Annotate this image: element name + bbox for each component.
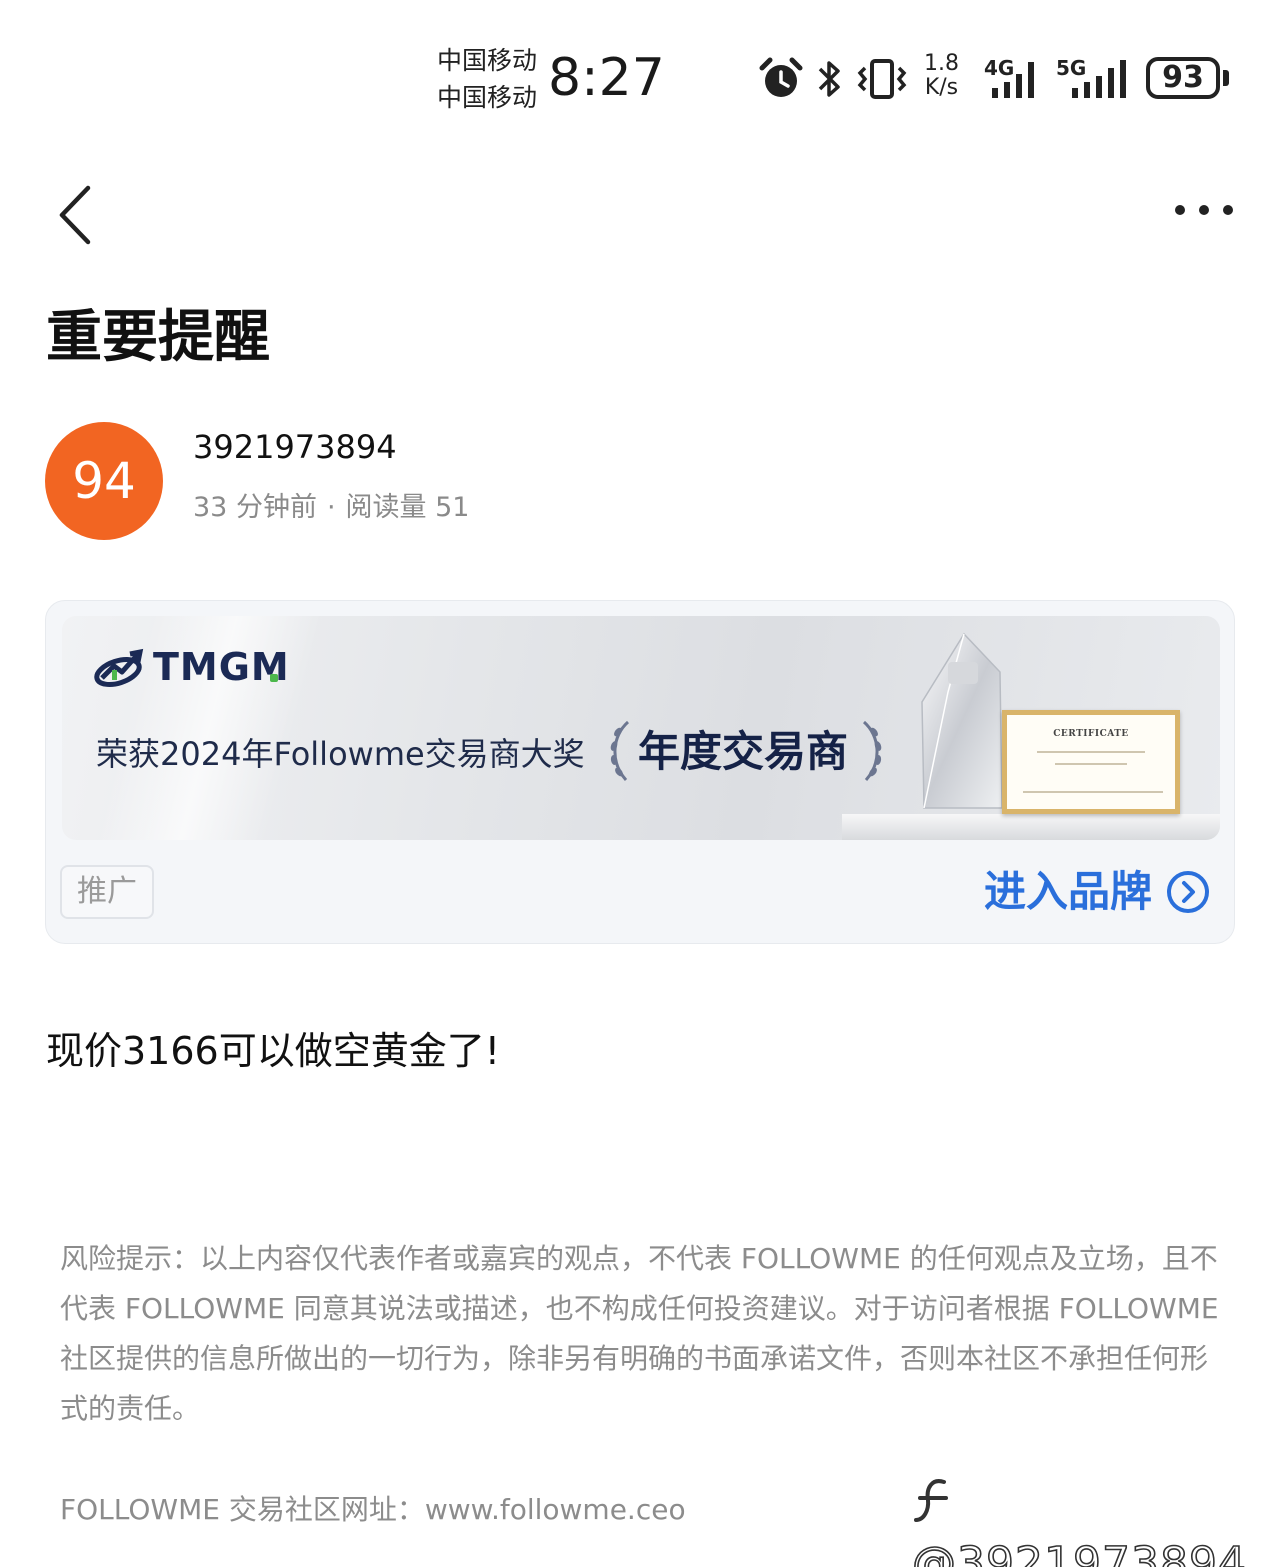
alarm-icon — [759, 57, 803, 97]
ad-headline: 荣获2024年Followme交易商大奖 — [96, 735, 585, 773]
status-time: 8:27 — [548, 48, 665, 108]
certificate-image: CERTIFICATE — [1002, 710, 1180, 814]
crystal-trophy-icon — [921, 632, 1003, 809]
speed-unit: K/s — [924, 75, 959, 100]
more-dots-icon — [1175, 205, 1233, 215]
status-bar: 中国移动 中国移动 8:27 1.8 K/s 4G 5G 93 — [0, 0, 1280, 150]
certificate-title: CERTIFICATE — [1053, 729, 1129, 739]
carrier-2: 中国移动 — [437, 83, 538, 112]
battery-tip — [1223, 70, 1229, 86]
risk-disclaimer: 风险提示：以上内容仅代表作者或嘉宾的观点，不代表 FOLLOWME 的任何观点及… — [60, 1242, 1219, 1425]
chevron-left-icon — [59, 185, 91, 245]
enter-brand-label: 进入品牌 — [984, 867, 1153, 916]
speed-value: 1.8 — [924, 51, 959, 76]
network-speed: 1.8 K/s — [924, 52, 959, 100]
certificate-line — [1023, 791, 1163, 793]
carrier-names: 中国移动 中国移动 — [437, 42, 537, 116]
certificate-line — [1055, 763, 1127, 765]
author-name[interactable]: 3921973894 — [193, 426, 397, 468]
brand-dot — [270, 674, 278, 682]
award-title: 年度交易商 — [638, 727, 849, 776]
back-button[interactable] — [50, 180, 110, 250]
chevron-right-circle-icon — [1167, 871, 1210, 913]
bluetooth-icon — [818, 61, 840, 97]
enter-brand-button[interactable]: 进入品牌 — [984, 862, 1210, 922]
watermark-handle: @3921973894 — [911, 1537, 1247, 1567]
laurel-right-icon — [862, 720, 882, 781]
battery-level: 93 — [1146, 57, 1220, 99]
banner-shelf — [842, 814, 1220, 840]
watermark: @3921973894 — [911, 1474, 1280, 1567]
read-count: 阅读量 51 — [345, 492, 470, 523]
tmgm-logo-icon — [94, 648, 144, 687]
post-time: 33 分钟前 — [193, 492, 317, 523]
carrier-1: 中国移动 — [437, 46, 538, 75]
author-avatar[interactable]: 94 — [45, 422, 163, 540]
post-body: 现价3166可以做空黄金了! — [46, 1029, 500, 1073]
platform-logo-icon — [914, 1479, 948, 1522]
signal-strength-icon — [992, 62, 1034, 98]
vibrate-icon — [857, 59, 907, 99]
signal-strength-icon — [1072, 60, 1126, 98]
community-site-url: FOLLOWME 交易社区网址：www.followme.ceo — [60, 1493, 686, 1526]
laurel-left-icon — [610, 720, 630, 781]
page-title: 重要提醒 — [46, 305, 270, 370]
post-meta: 33 分钟前 · 阅读量 51 — [193, 488, 470, 528]
brand-name: TMGM — [153, 645, 290, 689]
meta-separator: · — [326, 492, 336, 523]
more-options-button[interactable] — [1168, 195, 1240, 225]
promo-tag: 推广 — [60, 865, 154, 919]
certificate-line — [1037, 751, 1145, 753]
